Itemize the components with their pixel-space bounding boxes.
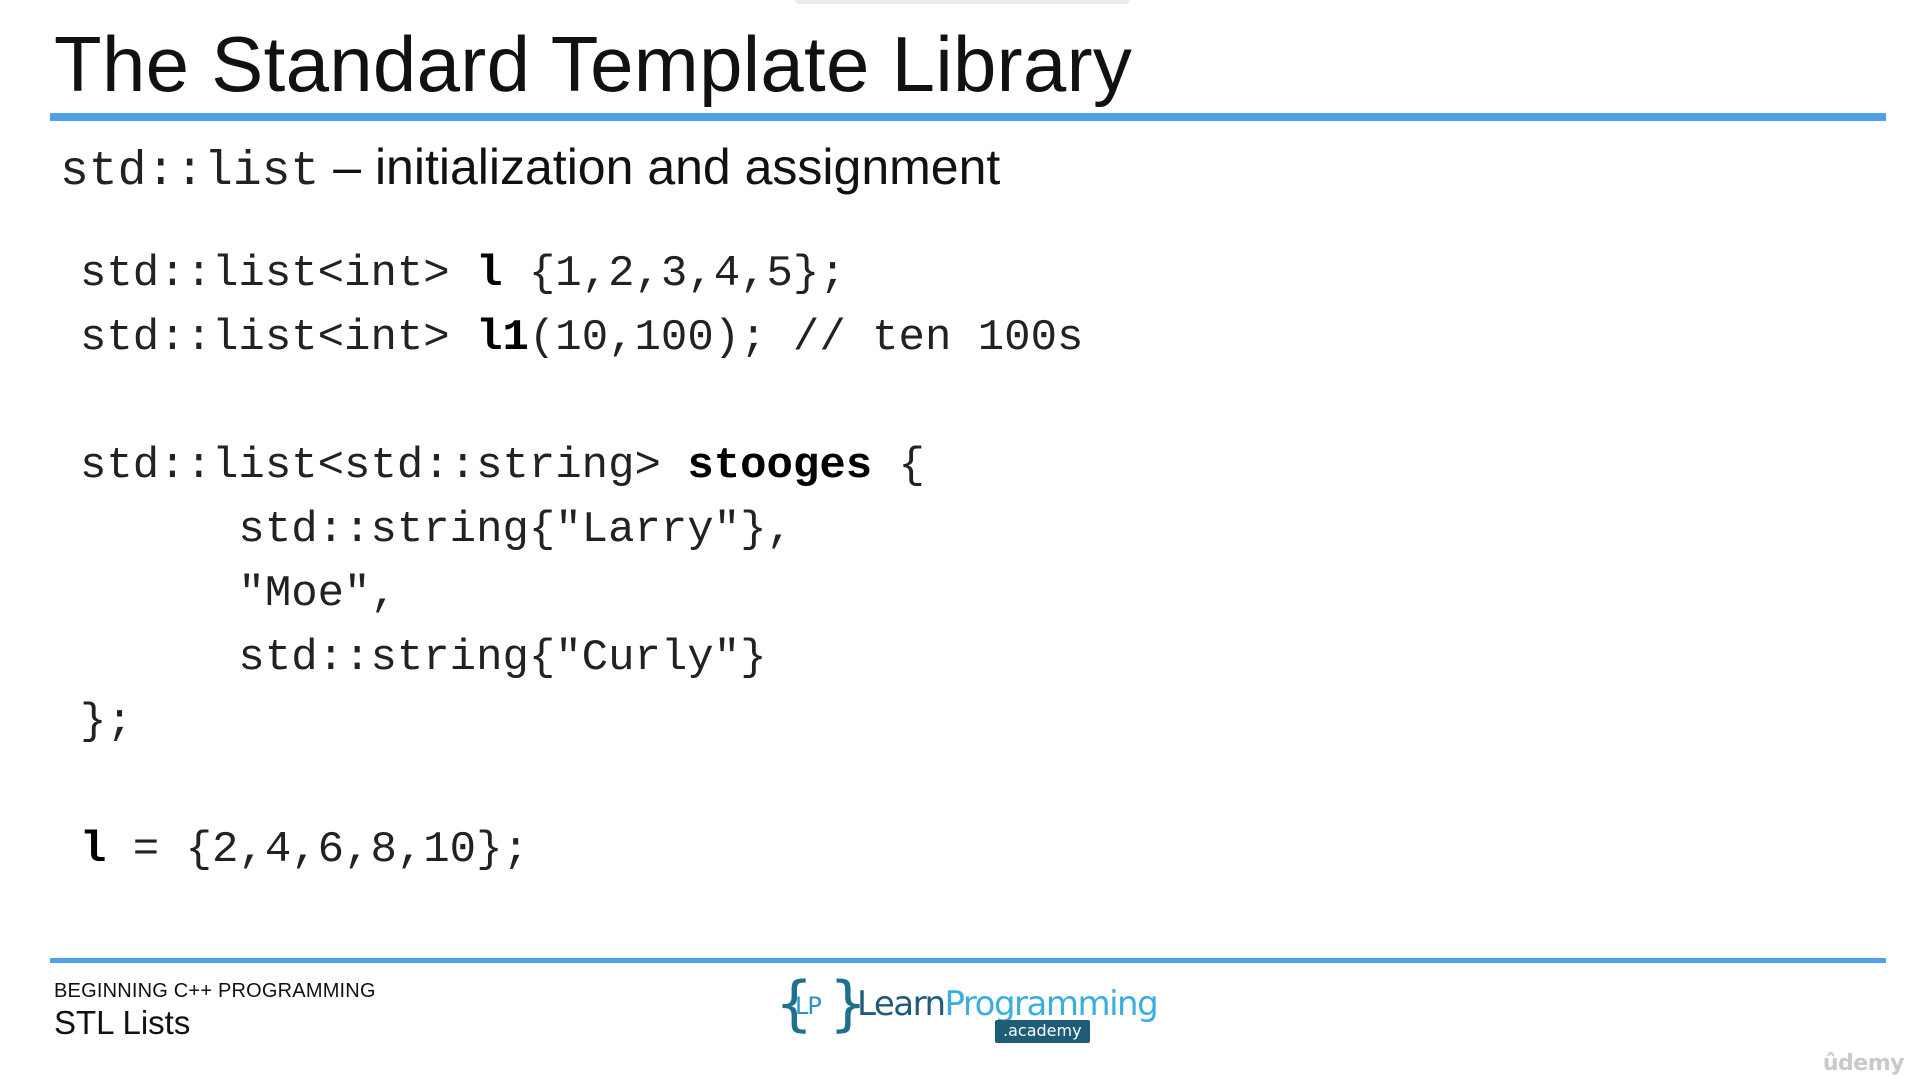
code-text: { <box>872 441 925 491</box>
logo-initials: LP <box>795 992 822 1020</box>
udemy-watermark: ûdemy <box>1822 1051 1905 1076</box>
logo-word-learn: Learn <box>857 984 946 1024</box>
subtitle-code: std::list <box>60 145 320 199</box>
code-text: std::list<std::string> <box>80 441 688 491</box>
code-text: std::list<int> <box>80 313 477 363</box>
code-text: (10,100); // ten 100s <box>528 313 1084 363</box>
slide-title: The Standard Template Library <box>54 20 1133 108</box>
slide-subtitle: std::list – initialization and assignmen… <box>60 138 1000 208</box>
logo-academy-badge: .academy <box>995 1020 1090 1043</box>
code-line: "Moe", <box>80 562 1083 626</box>
code-line: l = {2,4,6,8,10}; <box>80 818 1083 882</box>
code-identifier: l <box>476 249 503 299</box>
logo-word-programming: Programming <box>944 984 1159 1024</box>
code-line: std::string{"Larry"}, <box>80 498 1083 562</box>
footer-divider <box>50 958 1886 963</box>
code-line: std::list<int> l1(10,100); // ten 100s <box>80 306 1083 370</box>
code-identifier: l <box>80 825 107 875</box>
code-line: std::list<int> l {1,2,3,4,5}; <box>80 242 1083 306</box>
code-identifier: stooges <box>687 441 873 491</box>
code-line: std::list<std::string> stooges { <box>80 434 1083 498</box>
code-line: }; <box>80 690 1083 754</box>
code-text: "Moe", <box>80 569 397 619</box>
code-text: }; <box>80 697 133 747</box>
lecture-name: STL Lists <box>54 1004 191 1041</box>
title-divider <box>50 113 1886 121</box>
logo-wordmark: LearnProgramming <box>857 984 1159 1024</box>
code-identifier: l1 <box>476 313 529 363</box>
code-text: std::string{"Curly"} <box>80 633 767 683</box>
code-line: std::string{"Curly"} <box>80 626 1083 690</box>
code-block: std::list<int> l {1,2,3,4,5}; std::list<i… <box>80 242 1083 882</box>
learnprogramming-academy-logo: { LP } LearnProgramming .academy <box>775 974 1159 1048</box>
code-text: {1,2,3,4,5}; <box>502 249 846 299</box>
subtitle-text: – initialization and assignment <box>333 139 1001 195</box>
slide: The Standard Template Library std::list … <box>0 0 1920 1080</box>
course-name: BEGINNING C++ PROGRAMMING <box>54 980 376 1002</box>
code-text: = {2,4,6,8,10}; <box>106 825 529 875</box>
top-edge-tab <box>795 0 1130 4</box>
code-text: std::string{"Larry"}, <box>80 505 793 555</box>
code-text: std::list<int> <box>80 249 477 299</box>
